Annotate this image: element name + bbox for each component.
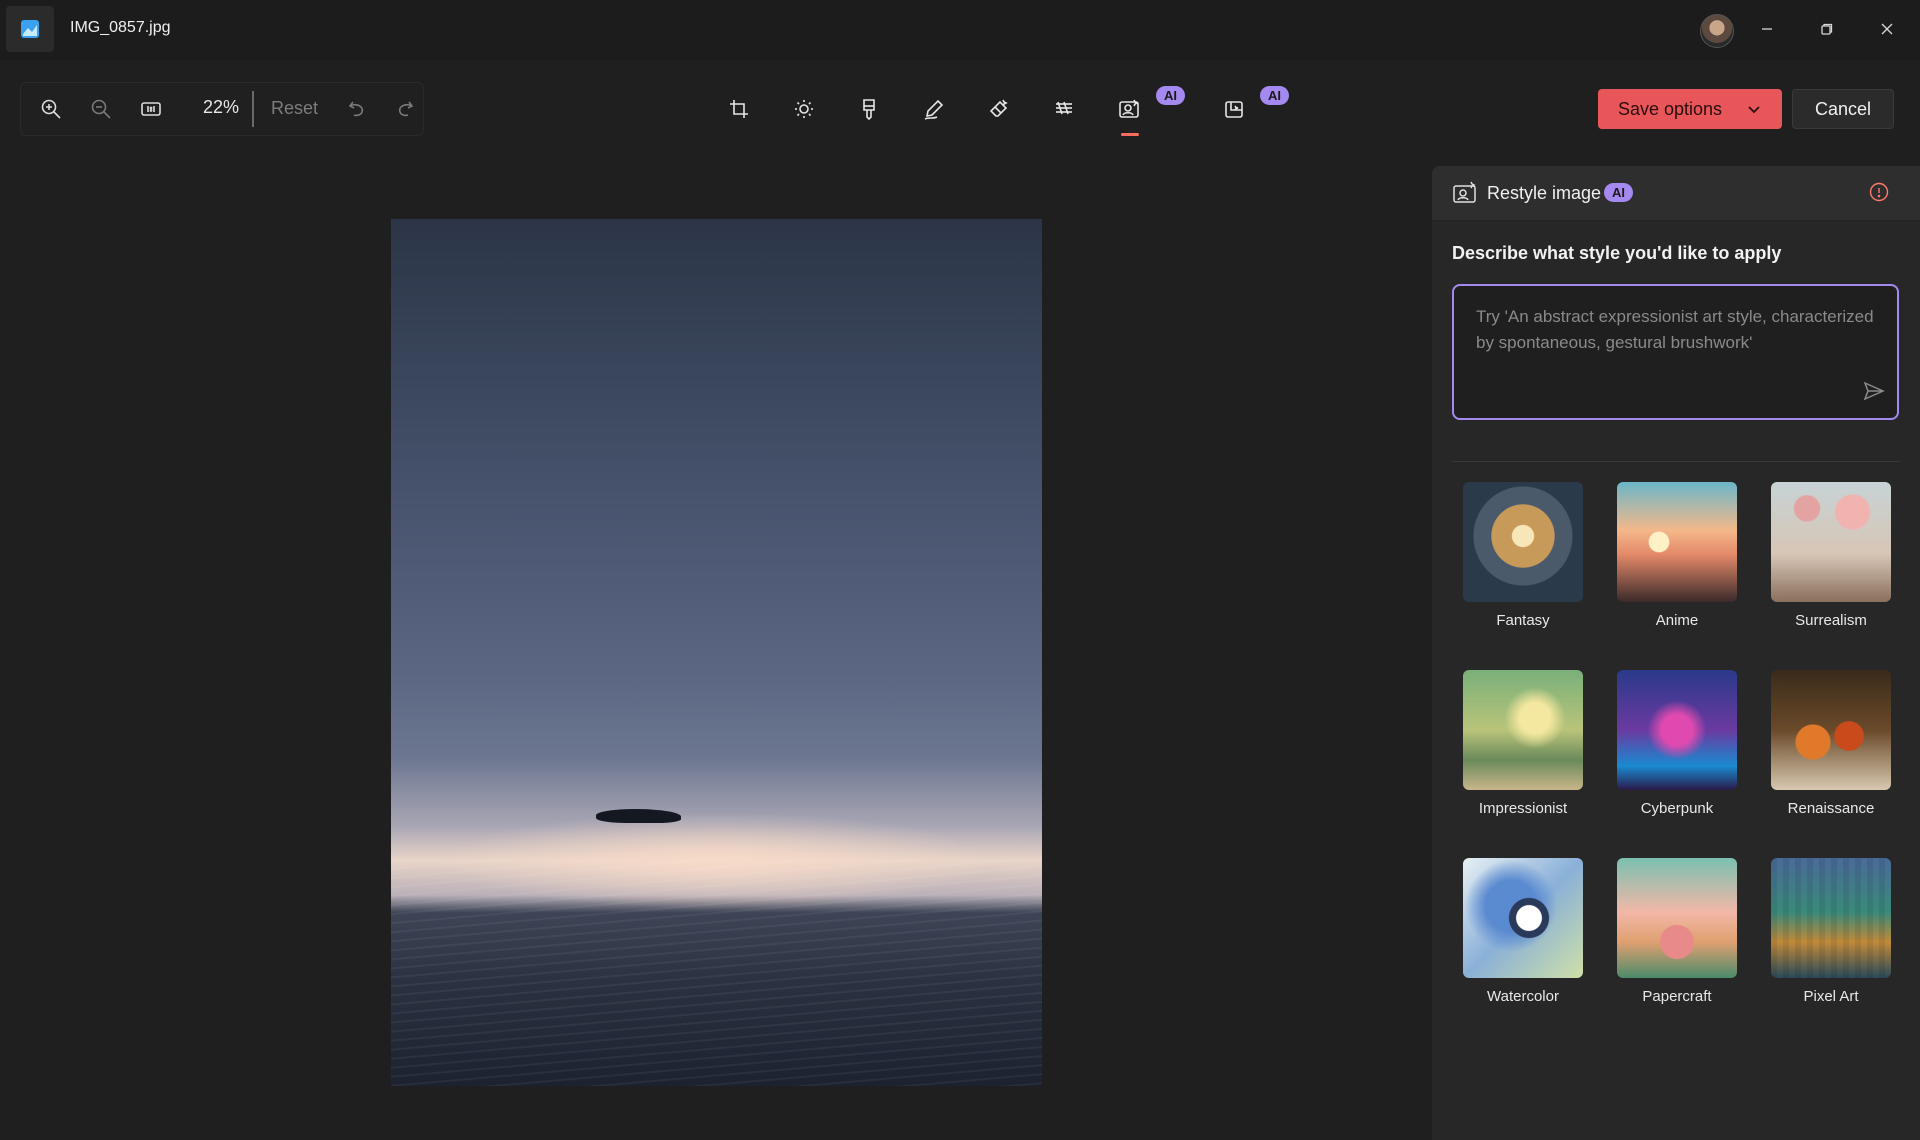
style-label: Renaissance (1787, 800, 1875, 817)
adjust-tool[interactable] (781, 86, 827, 132)
ai-badge: AI (1260, 86, 1289, 105)
reset-button[interactable]: Reset (271, 98, 318, 119)
panel-header: Restyle image AI (1432, 166, 1920, 221)
papercraft-thumbnail (1617, 858, 1737, 978)
watercolor-thumbnail (1463, 858, 1583, 978)
markup-icon (924, 99, 944, 120)
filter-icon (863, 99, 875, 120)
zoom-toolbar: 22% Reset (20, 82, 424, 136)
prompt-label: Describe what style you'd like to apply (1452, 243, 1782, 263)
zoom-out-icon (91, 99, 111, 119)
markup-tool[interactable] (911, 86, 957, 132)
style-label: Impressionist (1478, 800, 1568, 817)
style-label: Cyberpunk (1640, 800, 1714, 817)
erase-tool[interactable] (976, 86, 1022, 132)
erase-icon (989, 99, 1008, 117)
style-papercraft[interactable]: Papercraft (1616, 858, 1738, 1005)
filter-tool[interactable] (846, 86, 892, 132)
info-icon[interactable] (1868, 181, 1890, 208)
photo-preview[interactable] (391, 219, 1042, 1086)
fantasy-thumbnail (1463, 482, 1583, 602)
style-label: Surrealism (1795, 612, 1867, 629)
zoom-out-button[interactable] (81, 89, 121, 129)
save-options-button[interactable]: Save options (1598, 89, 1782, 129)
minimize-icon (1762, 28, 1772, 30)
style-surrealism[interactable]: Surrealism (1770, 482, 1892, 629)
send-icon[interactable] (1863, 381, 1885, 406)
style-label: Papercraft (1642, 988, 1712, 1005)
style-prompt-input[interactable] (1474, 302, 1888, 376)
zoom-in-icon (41, 99, 61, 119)
crop-tool[interactable] (716, 86, 762, 132)
renaissance-thumbnail (1771, 670, 1891, 790)
save-options-label: Save options (1617, 98, 1723, 119)
panel-title: Restyle image (1487, 183, 1602, 203)
style-label: Pixel Art (1803, 988, 1859, 1005)
avatar[interactable] (1700, 14, 1734, 48)
minimize-button[interactable] (1742, 10, 1792, 48)
undo-button[interactable] (337, 89, 377, 129)
style-label: Watercolor (1487, 988, 1559, 1005)
close-icon (1881, 23, 1893, 35)
ai-badge: AI (1156, 86, 1185, 105)
restyle-image-icon (1452, 181, 1478, 210)
divider (252, 91, 254, 127)
photos-logo-icon (21, 20, 39, 38)
restyle-image-icon (1119, 99, 1139, 118)
redo-button[interactable] (385, 89, 425, 129)
style-pixel-art[interactable]: Pixel Art (1770, 858, 1892, 1005)
adjust-brightness-icon (795, 100, 813, 118)
divider (1452, 461, 1900, 462)
ai-badge: AI (1604, 183, 1633, 202)
generative-fill-tool[interactable] (1211, 86, 1257, 132)
background-blur-tool[interactable] (1041, 86, 1087, 132)
title-bar: IMG_0857.jpg (0, 0, 1920, 60)
photo-rock (596, 809, 681, 823)
file-name: IMG_0857.jpg (70, 19, 171, 36)
undo-icon (348, 101, 364, 117)
style-renaissance[interactable]: Renaissance (1770, 670, 1892, 817)
style-anime[interactable]: Anime (1616, 482, 1738, 629)
redo-icon (398, 101, 414, 117)
crop-icon (730, 100, 748, 118)
restore-button[interactable] (1802, 10, 1852, 48)
style-cyberpunk[interactable]: Cyberpunk (1616, 670, 1738, 817)
background-blur-icon (1056, 101, 1072, 115)
style-label: Anime (1655, 612, 1699, 629)
style-fantasy[interactable]: Fantasy (1462, 482, 1584, 629)
actual-size-button[interactable] (131, 89, 171, 129)
photo-water-texture (391, 859, 1042, 1086)
style-impressionist[interactable]: Impressionist (1462, 670, 1584, 817)
zoom-in-button[interactable] (31, 89, 71, 129)
cyberpunk-thumbnail (1617, 670, 1737, 790)
cancel-button[interactable]: Cancel (1792, 89, 1894, 129)
style-label: Fantasy (1496, 612, 1550, 629)
zoom-level[interactable]: 22% (203, 97, 239, 118)
style-watercolor[interactable]: Watercolor (1462, 858, 1584, 1005)
anime-thumbnail (1617, 482, 1737, 602)
pixel-art-thumbnail (1771, 858, 1891, 978)
close-button[interactable] (1862, 10, 1912, 48)
surrealism-thumbnail (1771, 482, 1891, 602)
restore-icon (1821, 23, 1833, 35)
actual-size-icon (141, 102, 161, 116)
impressionist-thumbnail (1463, 670, 1583, 790)
generative-fill-icon (1225, 101, 1243, 118)
restyle-panel: Restyle image AI Describe what style you… (1432, 166, 1920, 1140)
active-tool-indicator (1121, 133, 1139, 136)
style-prompt-field (1452, 284, 1899, 420)
photos-app-icon[interactable] (6, 6, 54, 52)
chevron-down-icon (1748, 106, 1760, 114)
restyle-image-tool[interactable] (1106, 86, 1152, 136)
